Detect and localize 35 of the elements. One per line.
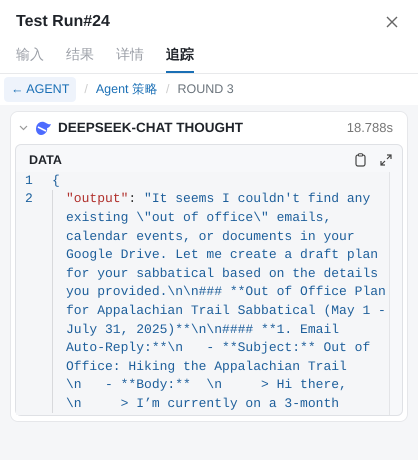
whale-icon bbox=[34, 120, 52, 136]
tab[interactable]: 追踪 bbox=[166, 44, 194, 73]
code-text: \n - **Body:** \n > Hi there, bbox=[66, 376, 348, 394]
close-icon[interactable] bbox=[386, 16, 398, 28]
breadcrumb-link[interactable]: Agent 策略 bbox=[96, 80, 158, 99]
code-text: Google Drive. Let me create a draft plan bbox=[66, 246, 380, 264]
expand-icon[interactable] bbox=[380, 154, 392, 166]
code-text: Office: Hiking the Appalachian Trail bbox=[66, 358, 348, 376]
code-text: existing \"out of office\" emails, bbox=[66, 208, 332, 227]
code-text: "It seems I couldn't find any bbox=[143, 191, 370, 206]
line-number: 2 bbox=[24, 190, 34, 208]
code-text: \n > I’m currently on a 3-month bbox=[66, 394, 340, 413]
code-text: for Appalachian Trail Sabbatical (May 1 - bbox=[66, 302, 386, 320]
code-text: calendar events, or documents in your bbox=[66, 228, 356, 246]
code-text: for your sabbatical based on the details bbox=[66, 264, 380, 283]
panel-title: Test Run#24 bbox=[16, 12, 110, 32]
code-text: you provided.\n\n### **Out of Office Plan bbox=[66, 283, 386, 302]
code-text: July 31, 2025)**\n\n#### **1. Email bbox=[66, 320, 340, 338]
data-label: DATA bbox=[29, 152, 62, 169]
clipboard-icon[interactable] bbox=[355, 153, 366, 168]
code-text: Auto-Reply:**\n - **Subject:** Out of bbox=[66, 339, 372, 358]
back-button[interactable]: ← AGENT bbox=[4, 77, 76, 102]
duration-text: 18.788s bbox=[346, 119, 393, 138]
tab[interactable]: 输入 bbox=[16, 44, 44, 73]
json-colon: : bbox=[128, 191, 136, 206]
breadcrumb-separator: / bbox=[84, 81, 88, 98]
code-text: { bbox=[52, 172, 60, 190]
breadcrumb-separator: / bbox=[166, 81, 170, 98]
caret-icon[interactable] bbox=[19, 124, 28, 131]
tab[interactable]: 详情 bbox=[116, 44, 144, 73]
line-number: 1 bbox=[24, 172, 34, 190]
tab[interactable]: 结果 bbox=[66, 44, 94, 73]
breadcrumb-current: ROUND 3 bbox=[177, 81, 234, 98]
step-title: DEEPSEEK-CHAT THOUGHT bbox=[58, 118, 244, 137]
json-key: "output" bbox=[66, 191, 128, 206]
